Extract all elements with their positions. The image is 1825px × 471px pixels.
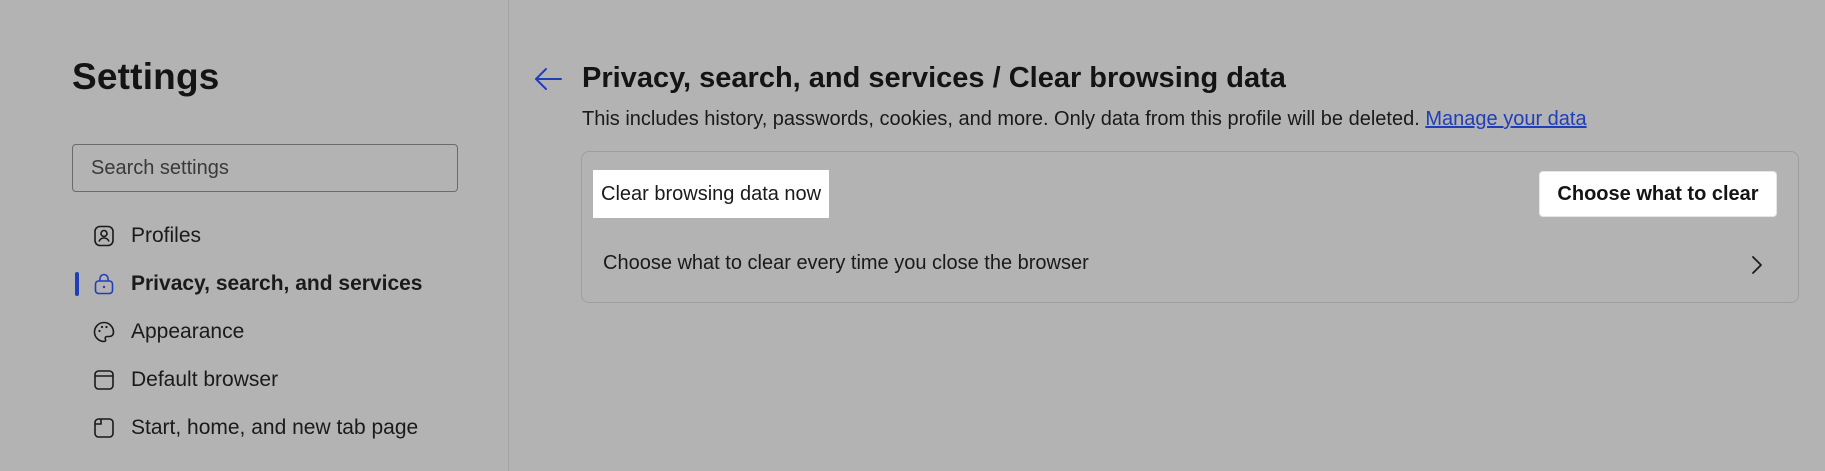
sidebar-item-default-browser[interactable]: Default browser: [72, 356, 492, 404]
back-arrow-icon: [532, 68, 566, 98]
sidebar-item-label: Profiles: [131, 224, 202, 247]
choose-what-to-clear-button[interactable]: Choose what to clear: [1539, 171, 1777, 217]
sidebar-item-appearance[interactable]: Appearance: [72, 308, 492, 356]
palette-icon: [92, 320, 116, 344]
clear-on-close-row[interactable]: Choose what to clear every time you clos…: [582, 234, 1798, 294]
settings-window: Settings Profiles: [0, 0, 1825, 471]
profile-icon: [92, 224, 116, 248]
clear-on-close-label: Choose what to clear every time you clos…: [603, 252, 1089, 274]
sidebar-item-profiles[interactable]: Profiles: [72, 212, 492, 260]
back-button[interactable]: [532, 64, 566, 94]
active-indicator: [75, 272, 79, 296]
main-content: Privacy, search, and services / Clear br…: [510, 0, 1825, 471]
sidebar-item-start-home[interactable]: Start, home, and new tab page: [72, 404, 492, 452]
sidebar-item-label: Privacy, search, and services: [131, 272, 423, 295]
sidebar-nav: Profiles Privacy, search, and services A…: [72, 212, 492, 452]
description-text: This includes history, passwords, cookie…: [582, 108, 1420, 130]
clear-data-card: Clear browsing data now Choose what to c…: [581, 151, 1799, 303]
browser-icon: [92, 368, 116, 392]
sidebar-item-privacy[interactable]: Privacy, search, and services: [72, 260, 492, 308]
sidebar-item-label: Default browser: [131, 368, 279, 391]
page-title: Privacy, search, and services / Clear br…: [582, 62, 1286, 94]
manage-your-data-link[interactable]: Manage your data: [1425, 108, 1586, 130]
sidebar-item-label: Appearance: [131, 320, 245, 343]
chevron-right-icon: [1750, 254, 1764, 276]
page-description: This includes history, passwords, cookie…: [582, 108, 1587, 131]
settings-title: Settings: [72, 56, 220, 97]
sidebar-item-label: Start, home, and new tab page: [131, 416, 419, 439]
search-settings-input[interactable]: [72, 144, 458, 192]
sidebar: Settings Profiles: [0, 0, 509, 471]
lock-icon: [92, 272, 116, 296]
clear-browsing-data-now-label: Clear browsing data now: [593, 170, 830, 218]
home-page-icon: [92, 416, 116, 440]
